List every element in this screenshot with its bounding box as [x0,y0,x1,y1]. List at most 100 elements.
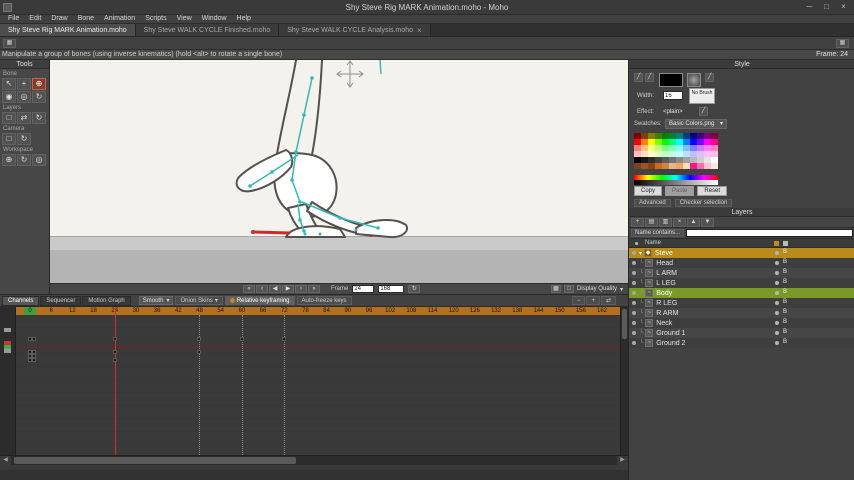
safe-zone-icon[interactable]: □ [563,285,574,293]
keyframe[interactable] [112,337,117,341]
color-swatch[interactable] [690,163,697,169]
visibility-icon[interactable] [632,321,636,325]
menu-view[interactable]: View [172,15,197,23]
grayscale-gradient-strip[interactable] [634,180,718,185]
canvas[interactable] [50,60,628,283]
layer-row-ground-1[interactable]: └ ~ Ground 1 B [629,328,854,338]
color-swatch[interactable] [669,163,676,169]
rotate-layer-tool[interactable]: ↻ [32,112,46,124]
paste-style-button[interactable]: Paste [665,186,695,196]
layer-flag-dot[interactable] [775,311,779,315]
zoom-in-timeline-icon[interactable]: + [586,296,600,305]
scroll-left-icon[interactable]: ◀ [0,456,11,465]
select-bone-tool[interactable]: ↖ [2,78,16,90]
layer-row-l-arm[interactable]: └ ~ L ARM B [629,268,854,278]
rotate-workspace-tool[interactable]: ↻ [17,154,31,166]
track-camera-tool[interactable]: □ [2,133,16,145]
menu-scripts[interactable]: Scripts [140,15,171,23]
timeline-tab-sequencer[interactable]: Sequencer [40,295,82,306]
advanced-button[interactable]: Advanced [634,199,671,207]
keyframe[interactable] [197,337,202,341]
shear-layer-tool[interactable]: ⇄ [17,112,31,124]
layer-row-neck[interactable]: └ ~ Neck B [629,318,854,328]
step-back-button[interactable]: ◀ [269,285,281,293]
onion-skins-button[interactable]: Onion Skins ▾ [175,296,223,305]
workspace-grid-icon[interactable]: ▦ [3,39,16,48]
visibility-icon[interactable] [632,301,636,305]
display-quality-label[interactable]: Display Quality [577,286,617,292]
layer-flag-dot[interactable] [775,321,779,325]
step-forward-button[interactable]: › [295,285,307,293]
visibility-icon[interactable] [632,251,636,255]
close-button[interactable]: × [835,1,852,13]
color-swatch[interactable] [697,163,704,169]
brush-preview[interactable] [687,73,701,87]
minimize-button[interactable]: ─ [801,1,818,13]
roll-camera-tool[interactable]: ↻ [17,133,31,145]
keyframe[interactable] [282,337,287,341]
timeline-tab-channels[interactable]: Channels [2,295,40,306]
new-folder-icon[interactable]: ▤ [645,218,658,227]
channel-icon[interactable] [4,349,11,353]
interpolation-select[interactable]: Smooth ▾ [138,296,174,305]
menu-window[interactable]: Window [197,15,232,23]
layer-flag-dot[interactable] [775,271,779,275]
keyframe[interactable] [239,337,244,341]
layer-row-ground-2[interactable]: └ ~ Ground 2 B [629,338,854,348]
color-swatch[interactable] [655,163,662,169]
new-layer-icon[interactable]: + [631,218,644,227]
fit-timeline-icon[interactable]: ⇄ [600,296,616,305]
stroke-color-well[interactable] [659,73,683,87]
jump-start-button[interactable]: « [243,285,255,293]
menu-animation[interactable]: Animation [99,15,140,23]
brush-icon[interactable]: ╱ [645,73,654,82]
visibility-icon[interactable] [632,341,636,345]
swatches-select[interactable]: Basic Colors.png ▾ [665,119,727,129]
visibility-icon[interactable] [632,291,636,295]
doc-tab[interactable]: Shy Steve WALK CYCLE Analysis.moho × [279,24,431,36]
jump-end-button[interactable]: » [308,285,320,293]
menu-file[interactable]: File [3,15,24,23]
menu-edit[interactable]: Edit [24,15,46,23]
current-frame-input[interactable] [352,285,375,293]
move-layer-up-icon[interactable]: ▲ [687,218,700,227]
copy-style-button[interactable]: Copy [634,186,663,196]
filter-mode-button[interactable]: Name contains... [631,229,685,237]
visibility-icon[interactable] [632,281,636,285]
layer-flag-dot[interactable] [775,291,779,295]
visibility-icon[interactable] [632,311,636,315]
layer-row-body[interactable]: └ ~ Body B [629,288,854,298]
scroll-right-icon[interactable]: ▶ [617,456,628,465]
edit-color-icon[interactable]: ╱ [705,73,714,82]
visibility-icon[interactable] [632,331,636,335]
color-swatch[interactable] [704,163,711,169]
layer-row-r-leg[interactable]: └ ~ R LEG B [629,298,854,308]
display-quality-dropdown-icon[interactable]: ▾ [620,286,623,293]
layer-row-head[interactable]: └ ~ Head B [629,258,854,268]
keyframe[interactable] [31,337,36,341]
zoom-out-timeline-icon[interactable]: − [571,296,586,305]
color-swatch[interactable] [634,163,641,169]
keyframe[interactable] [197,350,202,354]
layer-flag-dot[interactable] [775,251,779,255]
zoom-workspace-tool[interactable]: ◎ [32,154,46,166]
play-button[interactable]: ▶ [282,285,294,293]
hscroll-thumb[interactable] [14,457,296,464]
panel-layout-icon[interactable]: ▦ [836,39,849,48]
keyframe[interactable] [31,358,36,362]
pan-workspace-tool[interactable]: ⊕ [2,154,16,166]
color-swatch[interactable] [641,163,648,169]
channel-icon[interactable] [4,328,11,332]
color-swatch[interactable] [683,163,690,169]
translate-bone-tool[interactable]: + [17,78,31,90]
auto-freeze-keys-button[interactable]: Auto-freeze keys [296,296,352,305]
layer-flag-dot[interactable] [775,341,779,345]
visibility-icon[interactable] [632,261,636,265]
stereo-view-icon[interactable]: ▦ [550,285,561,293]
relative-keyframing-button[interactable]: Relative keyframing [224,296,295,305]
add-bone-tool[interactable]: ◉ [2,91,16,103]
timeline-tracks[interactable] [16,315,620,455]
expand-icon[interactable]: ▾ [639,250,642,257]
end-frame-input[interactable] [378,285,405,293]
reset-style-button[interactable]: Reset [697,186,728,196]
